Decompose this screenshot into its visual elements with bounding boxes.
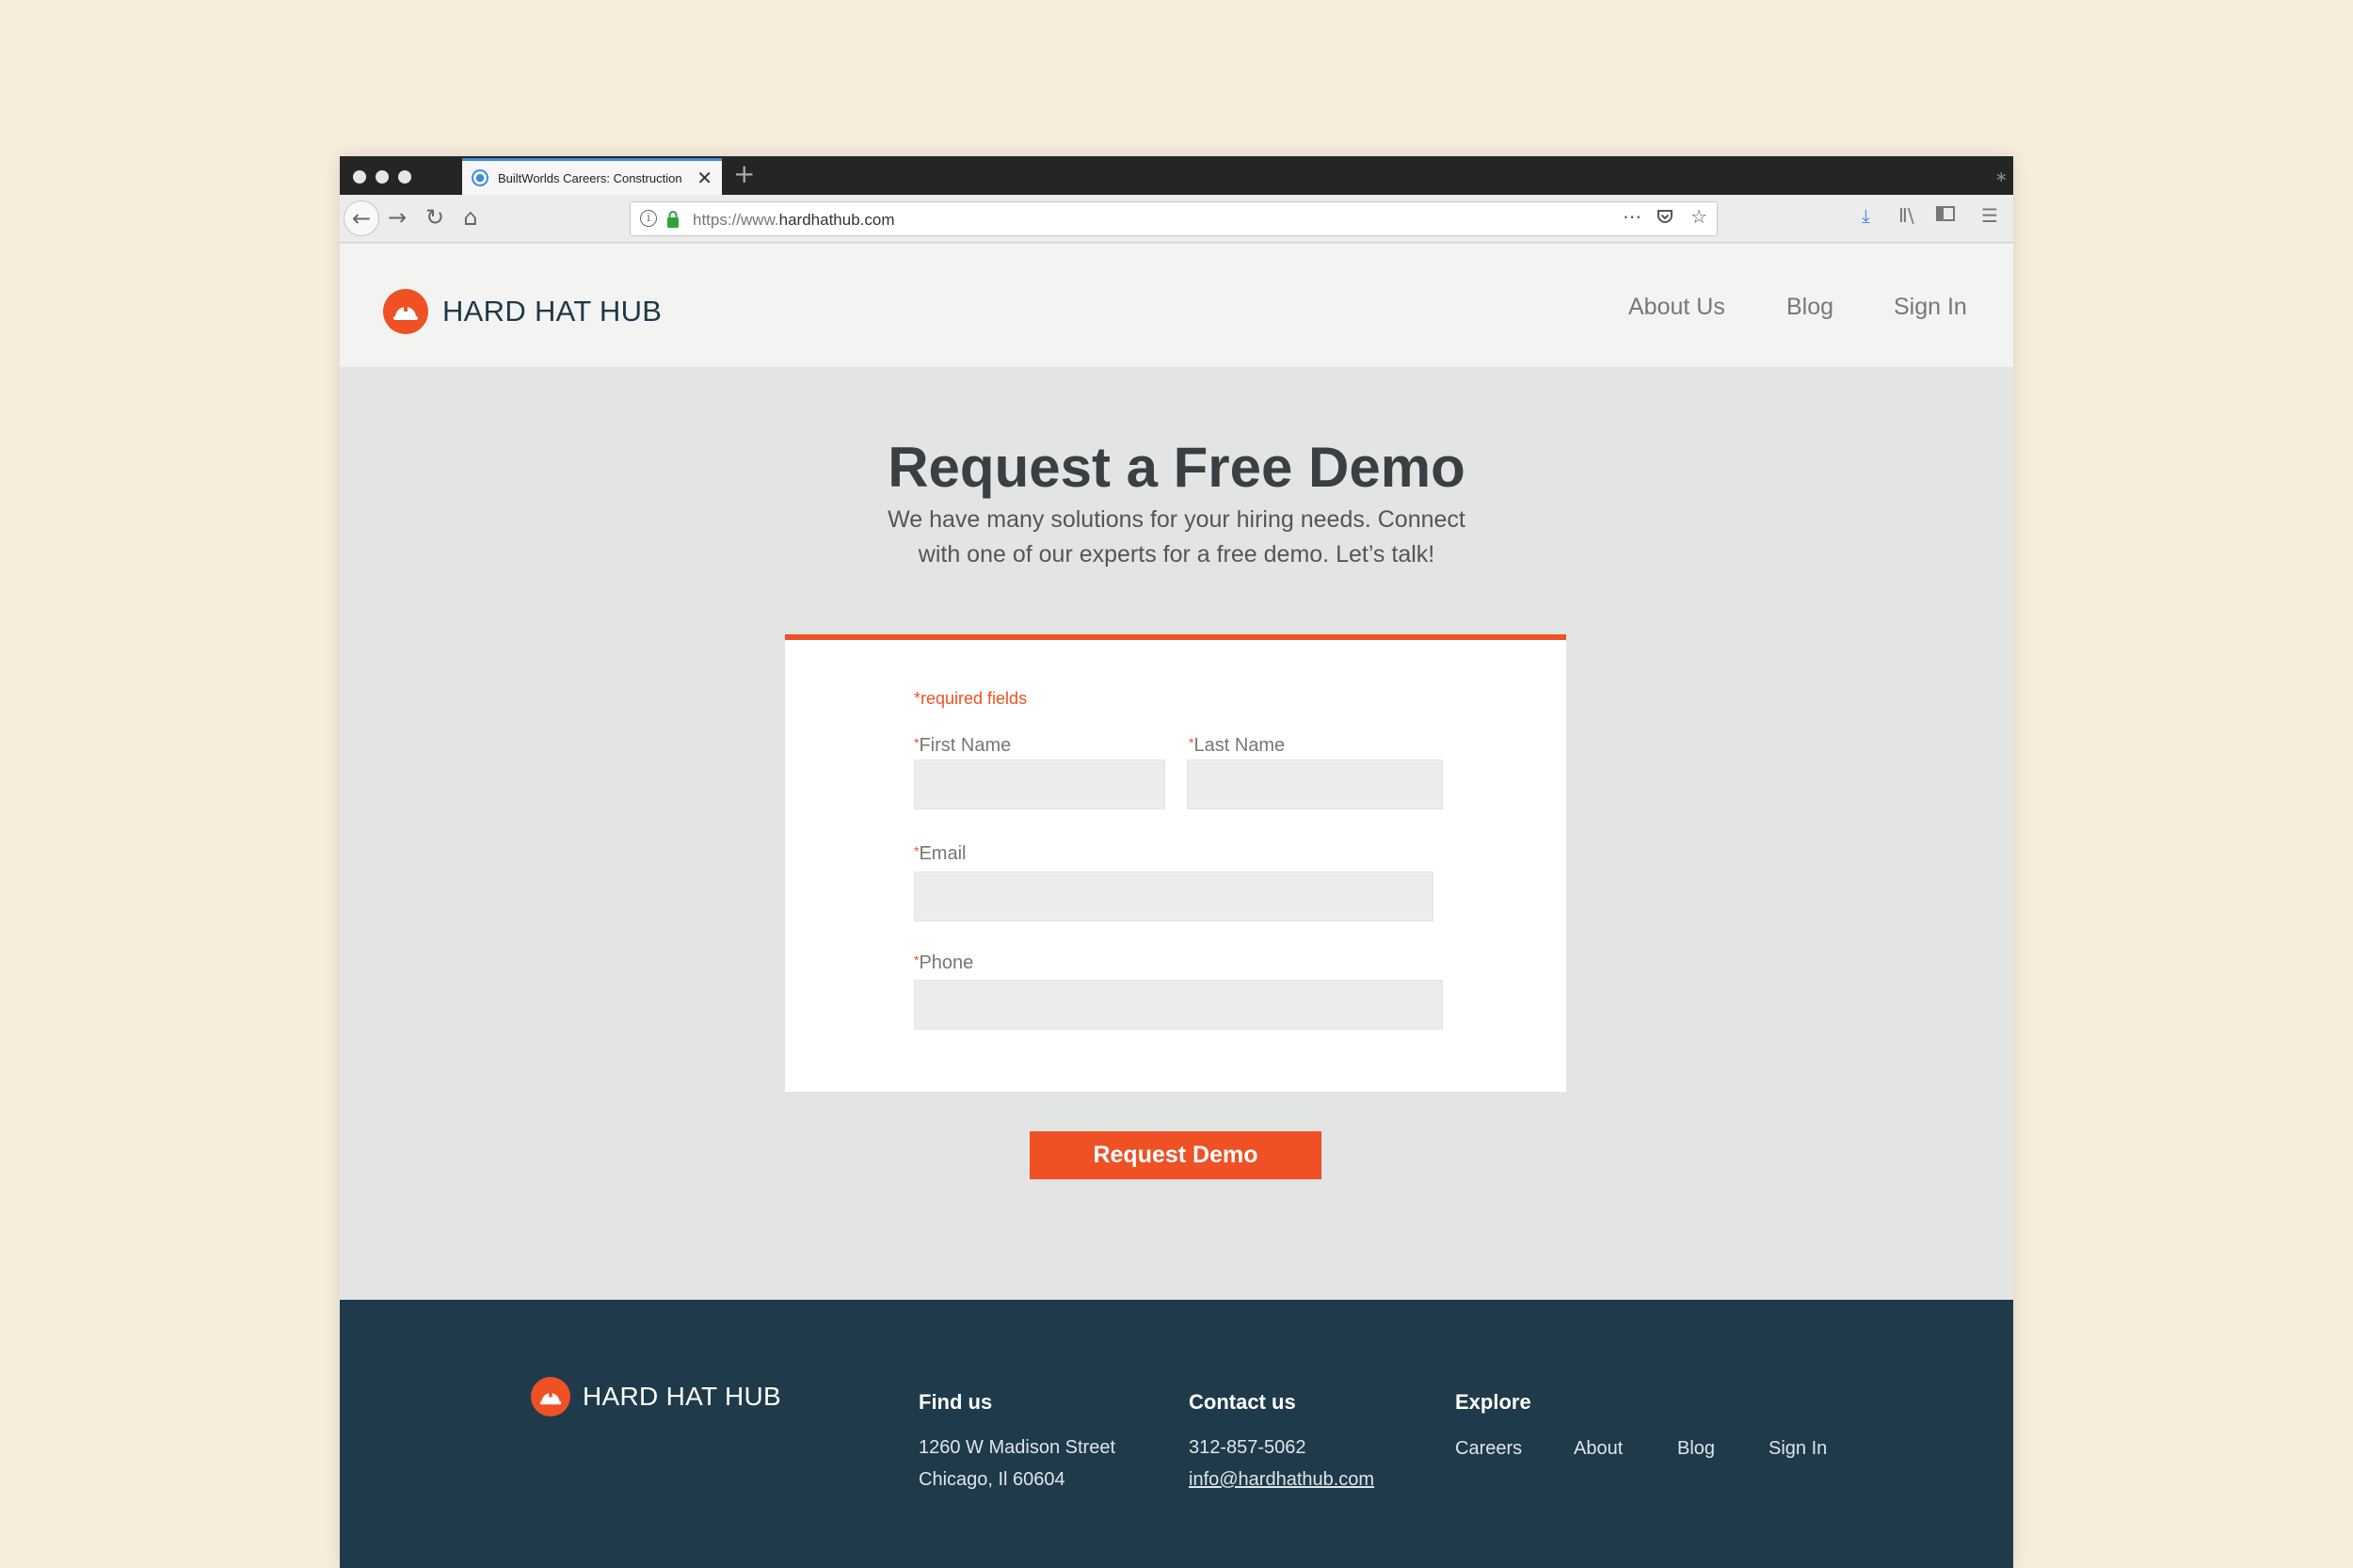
footer-link-sign-in[interactable]: Sign In — [1769, 1438, 1827, 1460]
hard-hat-icon — [383, 289, 428, 334]
page-title: Request a Free Demo — [888, 436, 1465, 499]
demo-form: *required fields *First Name *Last Name … — [785, 634, 1566, 1092]
tab-bar: ● BuiltWorlds Careers: Construction ✕ + … — [340, 156, 2013, 195]
first-name-label: *First Name — [914, 735, 1012, 756]
url-text[interactable]: https://www.hardhathub.com — [693, 211, 895, 230]
footer-logo[interactable]: HARD HAT HUB — [531, 1377, 781, 1416]
brand-name: HARD HAT HUB — [442, 295, 663, 328]
email-input[interactable] — [914, 872, 1433, 921]
window-minimize-dot[interactable] — [376, 170, 389, 184]
url-bar[interactable]: i https://www.hardhathub.com ⋯ ☆ — [630, 201, 1718, 236]
download-icon[interactable]: ⤓ — [1862, 204, 1870, 227]
info-icon[interactable]: i — [640, 210, 657, 227]
footer-brand-name: HARD HAT HUB — [583, 1382, 782, 1411]
web-page: HARD HAT HUB About Us Blog Sign In Reque… — [340, 244, 2013, 1568]
menu-icon[interactable]: ☰ — [1981, 204, 1998, 227]
home-icon[interactable]: ⌂ — [453, 200, 488, 236]
nav-blog[interactable]: Blog — [1786, 294, 1833, 321]
more-icon[interactable]: ⋯ — [1623, 205, 1641, 228]
nav-sign-in[interactable]: Sign In — [1894, 294, 1967, 321]
pocket-icon[interactable] — [1656, 207, 1674, 231]
site-header: HARD HAT HUB About Us Blog Sign In — [340, 244, 2013, 367]
resize-icon: ∗ — [1994, 168, 2008, 185]
address-line1: 1260 W Madison Street — [919, 1437, 1115, 1458]
browser-toolbar: ← → ↻ ⌂ i https://www.hardhathub.com ⋯ ☆… — [340, 195, 2013, 243]
first-name-input[interactable] — [914, 760, 1165, 809]
hero-subtitle-line2: with one of our experts for a free demo.… — [918, 541, 1435, 568]
browser-window: ● BuiltWorlds Careers: Construction ✕ + … — [340, 156, 2013, 1568]
forward-icon[interactable]: → — [379, 200, 415, 236]
phone-input[interactable] — [914, 980, 1443, 1030]
back-icon[interactable]: ← — [344, 200, 379, 236]
window-close-dot[interactable] — [353, 170, 366, 184]
sidebar-icon[interactable] — [1936, 204, 1955, 227]
tab-close-icon[interactable]: ✕ — [696, 167, 712, 189]
tab-title: BuiltWorlds Careers: Construction — [498, 170, 682, 185]
window-zoom-dot[interactable] — [398, 170, 411, 184]
footer-email-link[interactable]: info@hardhathub.com — [1189, 1469, 1374, 1491]
request-demo-button[interactable]: Request Demo — [1030, 1131, 1321, 1179]
address-line2: Chicago, Il 60604 — [919, 1469, 1065, 1490]
site-footer: HARD HAT HUB Find us 1260 W Madison Stre… — [340, 1300, 2013, 1568]
find-us-heading: Find us — [919, 1390, 993, 1414]
site-logo[interactable]: HARD HAT HUB — [383, 289, 662, 334]
footer-link-careers[interactable]: Careers — [1455, 1438, 1522, 1460]
hero-subtitle-line1: We have many solutions for your hiring n… — [888, 506, 1465, 533]
last-name-input[interactable] — [1187, 760, 1443, 809]
globe-icon: ● — [472, 169, 488, 186]
bookmark-star-icon[interactable]: ☆ — [1690, 205, 1707, 228]
required-note: *required fields — [914, 689, 1028, 708]
nav-about-us[interactable]: About Us — [1628, 294, 1725, 321]
footer-link-blog[interactable]: Blog — [1677, 1438, 1715, 1460]
reload-icon[interactable]: ↻ — [417, 200, 453, 236]
lock-icon — [665, 210, 680, 233]
footer-phone[interactable]: 312-857-5062 — [1189, 1437, 1306, 1459]
new-tab-icon[interactable]: + — [733, 158, 755, 189]
last-name-label: *Last Name — [1189, 735, 1286, 756]
explore-heading: Explore — [1455, 1390, 1531, 1414]
hard-hat-icon — [531, 1377, 570, 1416]
email-label: *Email — [914, 843, 967, 864]
browser-tab[interactable]: ● BuiltWorlds Careers: Construction ✕ — [462, 158, 722, 195]
library-icon[interactable]: Ⅱ\ — [1898, 204, 1914, 227]
contact-heading: Contact us — [1189, 1390, 1296, 1414]
phone-label: *Phone — [914, 952, 974, 973]
footer-link-about[interactable]: About — [1574, 1438, 1623, 1460]
